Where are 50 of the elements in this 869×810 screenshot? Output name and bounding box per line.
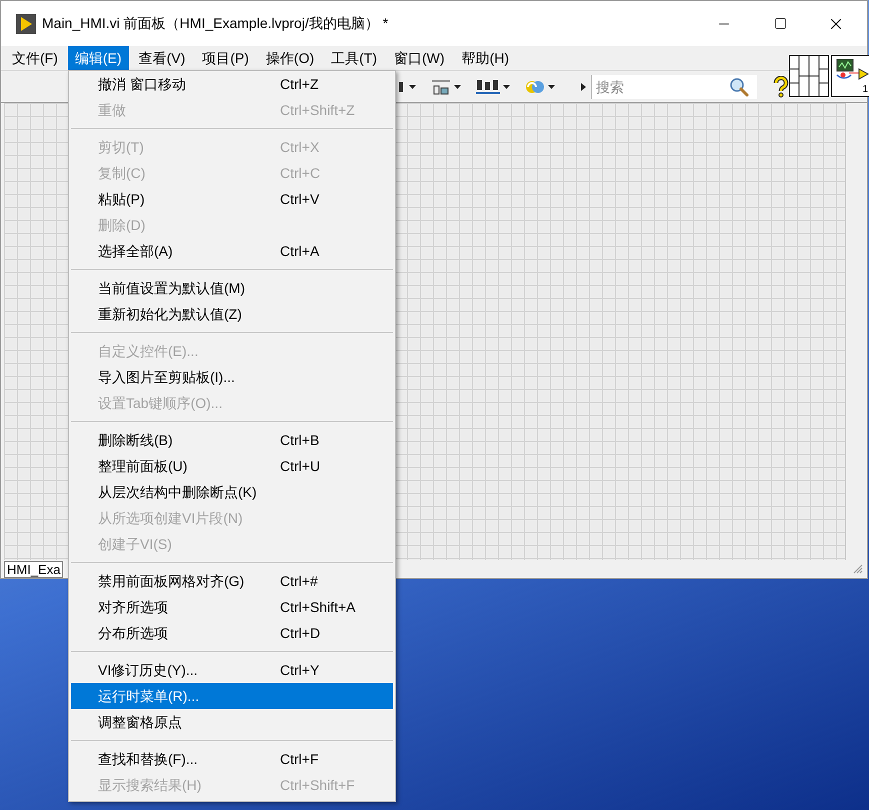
menu-item[interactable]: 调整窗格原点: [71, 709, 393, 735]
align-objects-icon[interactable]: [430, 78, 452, 96]
search-icon[interactable]: [729, 76, 749, 96]
menu-bar-item[interactable]: 操作(O): [258, 46, 322, 70]
menu-item[interactable]: 运行时菜单(R)...: [71, 683, 393, 709]
menu-item: 显示搜索结果(H) Ctrl+Shift+F: [97, 776, 356, 795]
search-field[interactable]: 搜索: [591, 74, 757, 98]
project-label: HMI_Exa: [4, 560, 64, 578]
menu-bar-item[interactable]: 工具(T): [324, 46, 384, 70]
menu-item: 设置Tab键顺序(O)...: [97, 394, 224, 413]
menu-item[interactable]: 重新初始化为默认值(Z): [71, 301, 393, 327]
connector-pane-icon[interactable]: [789, 55, 829, 97]
menu-item[interactable]: 删除断线(B) Ctrl+B: [71, 427, 393, 453]
menu-item: 创建子VI(S): [97, 534, 173, 554]
menu-item: 删除(D): [97, 216, 146, 235]
resize-grip-icon[interactable]: [853, 564, 863, 574]
menu-item[interactable]: 禁用前面板网格对齐(G) Ctrl+#: [71, 568, 393, 594]
menu-item[interactable]: 整理前面板(U) Ctrl+U: [71, 453, 393, 479]
menu-bar-item[interactable]: 项目(P): [195, 46, 256, 70]
menu-item[interactable]: VI修订历史(Y)... Ctrl+Y: [71, 657, 393, 683]
menu-item[interactable]: 选择全部(A) Ctrl+A: [71, 238, 393, 264]
menu-item[interactable]: 撤消 窗口移动 Ctrl+Z: [71, 71, 393, 97]
expand-arrow-icon[interactable]: [581, 82, 587, 90]
menu-bar-item[interactable]: 查看(V): [132, 46, 192, 70]
menu-item[interactable]: 当前值设置为默认值(M): [71, 275, 393, 301]
help-icon[interactable]: [773, 76, 789, 98]
menu-bar-item[interactable]: 帮助(H): [454, 46, 516, 70]
menu-item[interactable]: 对齐所选项 Ctrl+Shift+A: [71, 594, 393, 620]
menu-bar-item[interactable]: 窗口(W): [387, 46, 452, 70]
maximize-icon[interactable]: [774, 17, 786, 30]
distribute-objects-icon[interactable]: [475, 78, 501, 96]
window-title: Main_HMI.vi 前面板（HMI_Example.lvproj/我的电脑） *: [42, 14, 388, 33]
menu-item[interactable]: 从层次结构中删除断点(K): [71, 479, 393, 505]
vi-icon-number: 1: [862, 84, 868, 96]
caret-icon: [548, 84, 555, 88]
menu-item: 重做 Ctrl+Shift+Z: [97, 100, 356, 120]
menu-item: 复制(C) Ctrl+C: [97, 164, 322, 183]
caret-icon: [503, 84, 510, 88]
menu-item: 从所选项创建VI片段(N): [97, 508, 244, 528]
menu-item: 剪切(T) Ctrl+X: [97, 138, 320, 157]
vi-icon[interactable]: 1: [831, 55, 869, 97]
menu-item[interactable]: 查找和替换(F)... Ctrl+F: [71, 746, 393, 772]
menu-bar-item[interactable]: 文件(F): [5, 46, 65, 70]
caret-icon: [454, 84, 461, 88]
menu-item: 自定义控件(E)...: [97, 342, 200, 361]
menu-item[interactable]: 分布所选项 Ctrl+D: [71, 620, 393, 646]
menu-bar-item[interactable]: 编辑(E): [68, 46, 129, 70]
caret-icon: [409, 84, 416, 88]
menu-item[interactable]: 粘贴(P) Ctrl+V: [71, 186, 393, 212]
menu-item[interactable]: 导入图片至剪贴板(I)...: [71, 364, 393, 390]
